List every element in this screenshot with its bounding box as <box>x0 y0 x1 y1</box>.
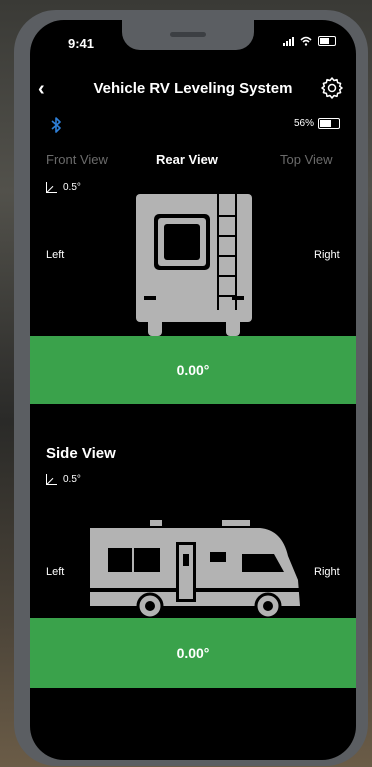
wifi-icon <box>300 36 312 46</box>
battery-percent: 56% <box>293 118 314 129</box>
page-title: Vehicle RV Leveling System <box>93 80 293 97</box>
tab-rear-view[interactable]: Rear View <box>156 152 218 167</box>
rear-angle: 0.5° <box>46 182 81 193</box>
side-level-readout: 0.00° <box>30 618 356 688</box>
bluetooth-icon <box>51 117 61 133</box>
rear-angle-value: 0.5° <box>63 182 81 193</box>
tab-top-view[interactable]: Top View <box>280 152 333 167</box>
app-header: ‹ Vehicle RV Leveling System <box>30 77 356 110</box>
angle-icon <box>46 182 57 193</box>
rv-side-view-illustration <box>90 520 300 620</box>
phone-battery-icon <box>318 36 336 46</box>
side-angle: 0.5° <box>46 474 81 485</box>
side-right-label: Right <box>314 566 340 578</box>
device-battery: 56% <box>294 118 340 129</box>
rear-reading: 0.00° <box>176 362 210 378</box>
side-angle-value: 0.5° <box>63 474 81 485</box>
rear-level-readout: 0.00° <box>30 336 356 404</box>
app-screen: 9:41 ‹ Vehicle RV Leveling System 56% Fr… <box>30 20 356 760</box>
tab-front-view[interactable]: Front View <box>46 152 108 167</box>
angle-icon <box>46 474 57 485</box>
side-left-label: Left <box>46 566 65 578</box>
status-time: 9:41 <box>68 36 95 51</box>
side-reading: 0.00° <box>176 645 210 661</box>
notch <box>122 20 254 50</box>
side-view-title: Side View <box>46 445 116 462</box>
rv-rear-view-illustration <box>136 194 252 336</box>
battery-icon <box>318 118 340 129</box>
signal-icon <box>283 36 294 46</box>
rear-right-label: Right <box>314 249 340 261</box>
speaker <box>170 32 206 37</box>
view-tabs: Front View Rear View Top View <box>30 152 356 172</box>
status-icons <box>283 36 336 46</box>
gear-icon[interactable] <box>320 76 344 100</box>
rear-left-label: Left <box>46 249 65 261</box>
